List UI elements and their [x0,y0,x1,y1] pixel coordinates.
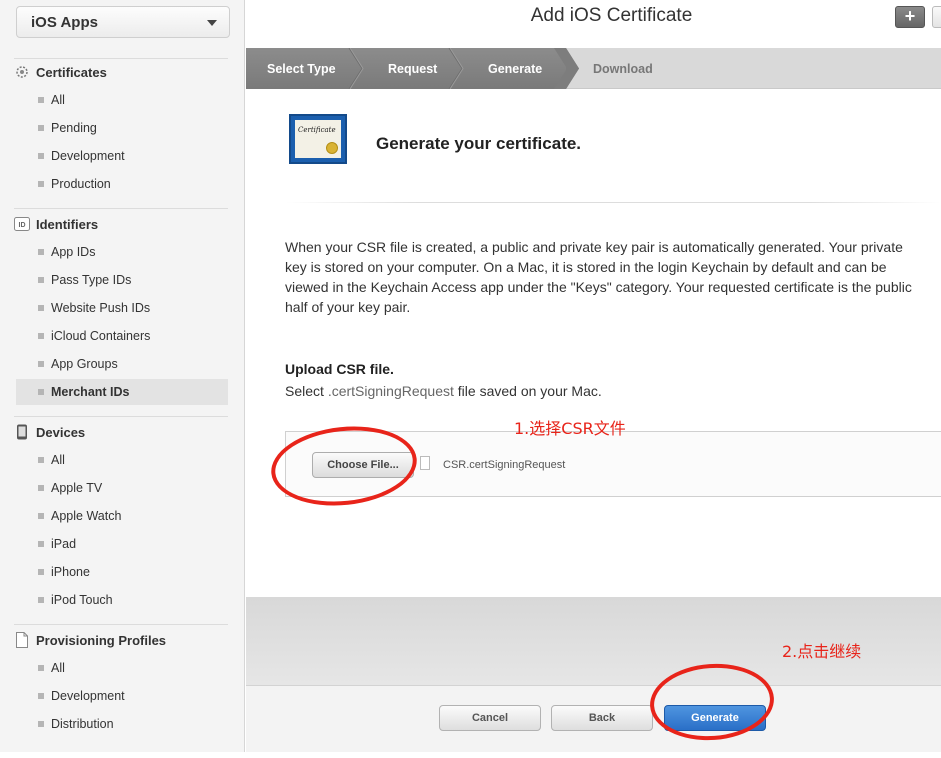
sidebar-item-devices-all[interactable]: All [16,447,228,473]
sidebar-item-profiles-all[interactable]: All [16,655,228,681]
annotation-step1: 1.选择CSR文件 [514,419,626,438]
cancel-button[interactable]: Cancel [439,705,541,731]
section-identifiers: ID Identifiers [14,214,98,234]
sidebar-item-profiles-distribution[interactable]: Distribution [16,711,228,737]
certificate-icon: Certificate [289,114,347,164]
footer-actions: Cancel Back Generate [246,685,941,752]
content-area: Certificate Generate your certificate. W… [246,90,941,597]
sidebar-item-app-ids[interactable]: App IDs [16,239,228,265]
app-type-label: iOS Apps [31,13,98,31]
divider [14,58,228,59]
sidebar-item-apple-watch[interactable]: Apple Watch [16,503,228,529]
sidebar-item-ipad[interactable]: iPad [16,531,228,557]
divider [14,416,228,417]
device-icon [14,424,30,440]
sidebar-item-pass-type-ids[interactable]: Pass Type IDs [16,267,228,293]
sidebar-item-certificates-all[interactable]: All [16,87,228,113]
sidebar-item-iphone[interactable]: iPhone [16,559,228,585]
section-heading: Generate your certificate. [376,134,582,153]
section-certificates: Certificates [14,62,107,82]
step-request: Request [388,61,438,76]
divider [286,202,941,203]
sidebar-item-website-push-ids[interactable]: Website Push IDs [16,295,228,321]
divider [14,208,228,209]
upload-instructions: Select .certSigningRequest file saved on… [285,383,602,399]
step-select-type: Select Type [267,61,336,76]
sidebar-item-ipod-touch[interactable]: iPod Touch [16,587,228,613]
selected-file-name: CSR.certSigningRequest [443,459,566,471]
sidebar-item-merchant-ids[interactable]: Merchant IDs [16,379,228,405]
description-text: When your CSR file is created, a public … [285,239,912,315]
sidebar-item-certificates-production[interactable]: Production [16,171,228,197]
sidebar-item-app-groups[interactable]: App Groups [16,351,228,377]
back-button[interactable]: Back [551,705,653,731]
sidebar-item-certificates-development[interactable]: Development [16,143,228,169]
sidebar-item-certificates-pending[interactable]: Pending [16,115,228,141]
edit-button[interactable] [932,6,941,28]
id-icon: ID [14,216,30,232]
annotation-step2: 2.点击继续 [782,642,862,661]
upload-title: Upload CSR file. [285,361,394,377]
step-generate: Generate [488,61,543,76]
document-icon [14,632,30,648]
step-download: Download [593,61,653,76]
sidebar: iOS Apps Certificates All Pending Develo… [0,0,245,752]
section-provisioning-profiles: Provisioning Profiles [14,630,166,650]
app-type-select[interactable]: iOS Apps [16,6,230,38]
add-button[interactable]: + [895,6,925,28]
caret-down-icon [207,20,217,26]
svg-text:ID: ID [19,222,26,229]
section-devices: Devices [14,422,85,442]
step-progress-bar: Select Type Request Generate Download [246,48,941,89]
sidebar-item-profiles-development[interactable]: Development [16,683,228,709]
sidebar-item-icloud-containers[interactable]: iCloud Containers [16,323,228,349]
certificate-icon [14,64,30,80]
divider [14,624,228,625]
sidebar-item-apple-tv[interactable]: Apple TV [16,475,228,501]
file-icon [420,456,430,470]
page-title: Add iOS Certificate [530,5,693,26]
